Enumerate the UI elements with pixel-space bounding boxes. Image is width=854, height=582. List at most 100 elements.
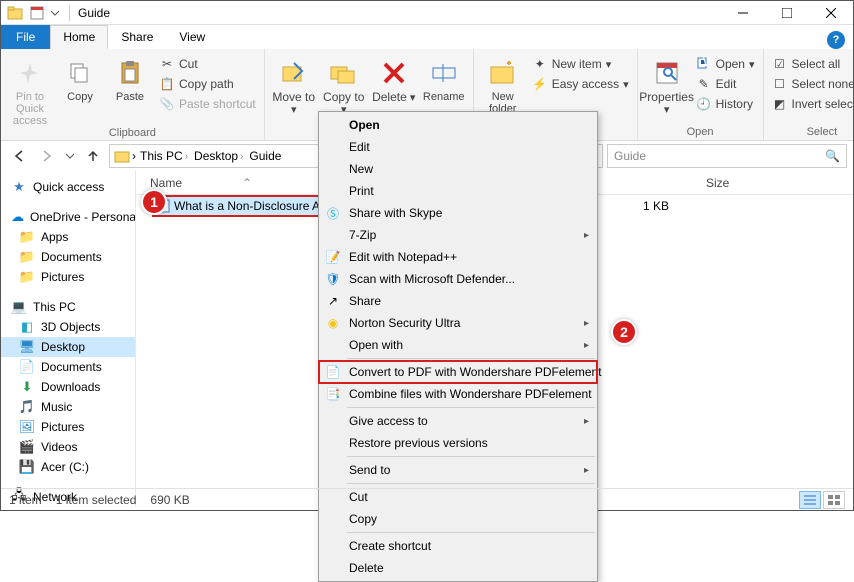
sidebar-pictures[interactable]: 📁Pictures — [1, 267, 135, 287]
copy-path-button[interactable]: 📋Copy path — [157, 75, 258, 93]
sidebar-videos[interactable]: 🎬Videos — [1, 437, 135, 457]
forward-button[interactable] — [35, 144, 59, 168]
sidebar-downloads[interactable]: ⬇Downloads — [1, 377, 135, 397]
ctx-send-to[interactable]: Send to▸ — [319, 459, 597, 481]
qat-properties-icon[interactable] — [27, 3, 47, 23]
history-button[interactable]: 🕘History — [694, 95, 757, 113]
ctx-copy[interactable]: Copy — [319, 508, 597, 530]
up-button[interactable] — [81, 144, 105, 168]
skype-icon: Ⓢ — [325, 205, 341, 221]
ctx-print[interactable]: Print — [319, 180, 597, 202]
properties-button[interactable]: Properties ▾ — [644, 55, 690, 116]
crumb-guide[interactable]: Guide — [247, 149, 283, 163]
rename-icon — [428, 57, 460, 89]
sidebar-3d-objects[interactable]: ◧3D Objects — [1, 317, 135, 337]
help-icon[interactable]: ? — [827, 31, 845, 49]
select-all-icon: ☑ — [772, 56, 788, 72]
col-name[interactable]: Name — [150, 176, 182, 190]
history-icon: 🕘 — [696, 96, 712, 112]
ctx-edit[interactable]: Edit — [319, 136, 597, 158]
move-to-icon — [278, 57, 310, 89]
delete-button[interactable]: Delete ▾ — [371, 55, 417, 104]
invert-selection-button[interactable]: ◩Invert selection — [770, 95, 854, 113]
ctx-7zip[interactable]: 7-Zip▸ — [319, 224, 597, 246]
downloads-icon: ⬇ — [19, 379, 35, 395]
ctx-restore[interactable]: Restore previous versions — [319, 432, 597, 454]
drive-icon: 💾 — [19, 459, 35, 475]
new-item-icon: ✦ — [532, 56, 548, 72]
videos-icon: 🎬 — [19, 439, 35, 455]
ctx-norton[interactable]: ◉Norton Security Ultra▸ — [319, 312, 597, 334]
sidebar-documents[interactable]: 📁Documents — [1, 247, 135, 267]
navigation-pane: ★Quick access ☁OneDrive - Personal 📁Apps… — [1, 171, 136, 507]
crumb-desktop[interactable]: Desktop› — [192, 149, 245, 163]
sidebar-onedrive[interactable]: ☁OneDrive - Personal — [1, 207, 135, 227]
pictures-icon: 🖼 — [19, 419, 35, 435]
ctx-defender[interactable]: 🛡Scan with Microsoft Defender... — [319, 268, 597, 290]
svg-text:W: W — [703, 57, 711, 69]
cut-button[interactable]: ✂Cut — [157, 55, 258, 73]
ctx-new[interactable]: New — [319, 158, 597, 180]
paste-shortcut-button[interactable]: 📎Paste shortcut — [157, 95, 258, 113]
pin-quick-access-button[interactable]: Pin to Quick access — [7, 55, 53, 127]
close-button[interactable] — [809, 1, 853, 25]
notepadpp-icon: 📝 — [325, 249, 341, 265]
view-details-button[interactable] — [799, 491, 821, 509]
folder-icon: 📁 — [19, 229, 35, 245]
status-bar: 1 item 1 item selected 690 KB — [1, 488, 853, 510]
ctx-open[interactable]: Open — [319, 114, 597, 136]
status-size: 690 KB — [150, 493, 189, 507]
ctx-notepadpp[interactable]: 📝Edit with Notepad++ — [319, 246, 597, 268]
chevron-right-icon[interactable]: › — [132, 149, 136, 163]
search-input[interactable]: Guide 🔍 — [607, 144, 847, 168]
ctx-convert-pdf[interactable]: 📄Convert to PDF with Wondershare PDFelem… — [319, 361, 597, 383]
share-icon: ↗ — [325, 293, 341, 309]
tab-file[interactable]: File — [1, 25, 50, 49]
ctx-skype[interactable]: ⓈShare with Skype — [319, 202, 597, 224]
rename-button[interactable]: Rename — [421, 55, 467, 103]
shield-icon: 🛡 — [325, 271, 341, 287]
sidebar-apps[interactable]: 📁Apps — [1, 227, 135, 247]
crumb-this-pc[interactable]: This PC› — [138, 149, 190, 163]
window-title: Guide — [74, 6, 110, 20]
edit-button[interactable]: ✎Edit — [694, 75, 757, 93]
qat-dropdown-icon[interactable] — [49, 3, 61, 23]
easy-access-button[interactable]: ⚡Easy access ▾ — [530, 75, 631, 93]
move-to-button[interactable]: Move to ▾ — [271, 55, 317, 116]
folder-icon — [114, 148, 130, 164]
open-button[interactable]: WOpen ▾ — [694, 55, 757, 73]
ctx-combine-pdf[interactable]: 📑Combine files with Wondershare PDFeleme… — [319, 383, 597, 405]
minimize-button[interactable] — [721, 1, 765, 25]
copy-to-button[interactable]: Copy to ▾ — [321, 55, 367, 116]
view-large-icons-button[interactable] — [823, 491, 845, 509]
sidebar-acer[interactable]: 💾Acer (C:) — [1, 457, 135, 477]
ctx-open-with[interactable]: Open with▸ — [319, 334, 597, 356]
open-icon: W — [696, 56, 712, 72]
sidebar-music[interactable]: 🎵Music — [1, 397, 135, 417]
new-folder-button[interactable]: New folder — [480, 55, 526, 115]
tab-home[interactable]: Home — [50, 25, 108, 49]
sidebar-pictures2[interactable]: 🖼Pictures — [1, 417, 135, 437]
copy-button[interactable]: Copy — [57, 55, 103, 103]
sidebar-quick-access[interactable]: ★Quick access — [1, 177, 135, 197]
paste-button[interactable]: Paste — [107, 55, 153, 103]
back-button[interactable] — [7, 144, 31, 168]
sidebar-this-pc[interactable]: 💻This PC — [1, 297, 135, 317]
sidebar-documents2[interactable]: 📄Documents — [1, 357, 135, 377]
ctx-share[interactable]: ↗Share — [319, 290, 597, 312]
col-size[interactable]: Size — [698, 176, 758, 190]
ctx-delete[interactable]: Delete — [319, 557, 597, 579]
ctx-create-shortcut[interactable]: Create shortcut — [319, 535, 597, 557]
new-item-button[interactable]: ✦New item ▾ — [530, 55, 631, 73]
sidebar-desktop[interactable]: 🖥Desktop — [1, 337, 135, 357]
select-all-button[interactable]: ☑Select all — [770, 55, 854, 73]
tab-share[interactable]: Share — [108, 25, 166, 49]
ctx-give-access[interactable]: Give access to▸ — [319, 410, 597, 432]
tab-view[interactable]: View — [166, 25, 218, 49]
search-icon: 🔍 — [825, 149, 840, 163]
select-none-button[interactable]: ☐Select none — [770, 75, 854, 93]
paste-shortcut-icon: 📎 — [159, 96, 175, 112]
maximize-button[interactable] — [765, 1, 809, 25]
pdfelement-icon: 📄 — [325, 364, 341, 380]
recent-button[interactable] — [63, 144, 77, 168]
